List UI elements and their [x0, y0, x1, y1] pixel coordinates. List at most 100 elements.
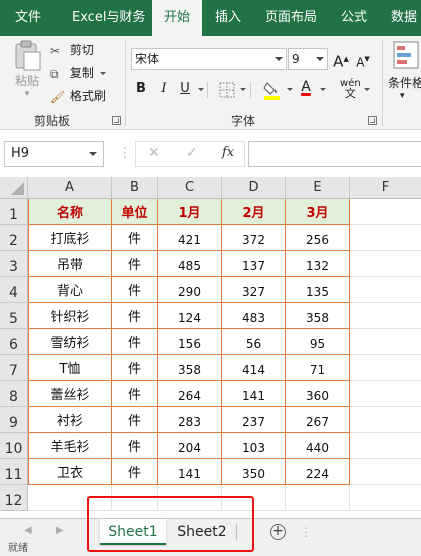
table-cell[interactable]: 327: [222, 277, 286, 303]
empty-cell[interactable]: [350, 381, 421, 407]
table-cell[interactable]: 71: [286, 355, 350, 381]
row-header-11[interactable]: 11: [0, 459, 28, 485]
table-cell[interactable]: 421: [158, 225, 222, 251]
table-cell[interactable]: 衬衫: [28, 407, 112, 433]
table-cell[interactable]: 吊带: [28, 251, 112, 277]
conditional-formatting-button[interactable]: 条件格 ▾: [388, 40, 421, 101]
table-cell[interactable]: 103: [222, 433, 286, 459]
format-painter-button[interactable]: 🖌 格式刷: [50, 86, 106, 106]
copy-dropdown-icon[interactable]: [99, 72, 106, 75]
borders-button[interactable]: [219, 82, 235, 101]
table-cell[interactable]: 背心: [28, 277, 112, 303]
table-cell[interactable]: 蕾丝衫: [28, 381, 112, 407]
table-cell[interactable]: 350: [222, 459, 286, 485]
cut-button[interactable]: ✂ 剪切: [50, 40, 94, 60]
phonetic-dropdown-icon[interactable]: [364, 88, 370, 91]
shrink-font-button[interactable]: A▼: [354, 48, 372, 70]
table-cell[interactable]: 358: [286, 303, 350, 329]
tab-scroll-grip-icon[interactable]: ⋮: [300, 525, 312, 539]
row-header-8[interactable]: 8: [0, 381, 28, 407]
underline-button[interactable]: U: [177, 78, 193, 100]
row-header-12[interactable]: 12: [0, 485, 28, 511]
tab-insert[interactable]: 插入: [215, 0, 241, 36]
insert-function-button[interactable]: fx: [222, 145, 234, 160]
italic-button[interactable]: I: [156, 78, 172, 100]
table-cell[interactable]: 141: [158, 459, 222, 485]
empty-cell[interactable]: [28, 485, 112, 511]
paste-button[interactable]: 粘贴 ▾: [8, 40, 46, 100]
table-header-cell[interactable]: 3月: [286, 199, 350, 225]
table-cell[interactable]: 件: [112, 459, 158, 485]
formula-input[interactable]: [248, 141, 421, 167]
column-header-a[interactable]: A: [28, 177, 112, 199]
empty-cell[interactable]: [350, 433, 421, 459]
table-cell[interactable]: 件: [112, 277, 158, 303]
empty-cell[interactable]: [350, 303, 421, 329]
table-cell[interactable]: 56: [222, 329, 286, 355]
table-cell[interactable]: 件: [112, 251, 158, 277]
table-cell[interactable]: 283: [158, 407, 222, 433]
empty-cell[interactable]: [350, 199, 421, 225]
table-header-cell[interactable]: 单位: [112, 199, 158, 225]
table-cell[interactable]: 件: [112, 355, 158, 381]
row-header-4[interactable]: 4: [0, 277, 28, 303]
table-cell[interactable]: 358: [158, 355, 222, 381]
empty-cell[interactable]: [350, 277, 421, 303]
font-name-select[interactable]: 宋体: [131, 48, 287, 70]
select-all-corner[interactable]: [0, 177, 28, 199]
table-cell[interactable]: 件: [112, 329, 158, 355]
underline-dropdown-icon[interactable]: [198, 88, 204, 91]
column-header-d[interactable]: D: [222, 177, 286, 199]
scroll-left-icon[interactable]: ◀: [24, 525, 32, 536]
table-cell[interactable]: 打底衫: [28, 225, 112, 251]
table-cell[interactable]: 141: [222, 381, 286, 407]
font-color-dropdown-icon[interactable]: [320, 88, 326, 91]
empty-cell[interactable]: [158, 485, 222, 511]
empty-cell[interactable]: [350, 485, 421, 511]
tab-home[interactable]: 开始: [152, 0, 203, 36]
row-header-1[interactable]: 1: [0, 199, 28, 225]
tab-excel-finance[interactable]: Excel与财务: [72, 0, 145, 36]
empty-cell[interactable]: [350, 407, 421, 433]
table-cell[interactable]: 224: [286, 459, 350, 485]
row-header-2[interactable]: 2: [0, 225, 28, 251]
bold-button[interactable]: B: [133, 78, 149, 100]
formula-bar-grip-icon[interactable]: ⋮: [118, 145, 132, 161]
table-cell[interactable]: 95: [286, 329, 350, 355]
tab-data[interactable]: 数据: [391, 0, 417, 36]
table-cell[interactable]: 135: [286, 277, 350, 303]
table-cell[interactable]: 372: [222, 225, 286, 251]
table-cell[interactable]: 137: [222, 251, 286, 277]
empty-cell[interactable]: [350, 355, 421, 381]
tab-formulas[interactable]: 公式: [341, 0, 367, 36]
tab-page-layout[interactable]: 页面布局: [265, 0, 317, 36]
empty-cell[interactable]: [350, 459, 421, 485]
font-size-select[interactable]: 9: [288, 48, 328, 70]
empty-cell[interactable]: [286, 485, 350, 511]
table-cell[interactable]: 483: [222, 303, 286, 329]
table-cell[interactable]: 264: [158, 381, 222, 407]
row-header-10[interactable]: 10: [0, 433, 28, 459]
table-header-cell[interactable]: 名称: [28, 199, 112, 225]
row-header-6[interactable]: 6: [0, 329, 28, 355]
name-box[interactable]: H9: [4, 141, 104, 167]
row-header-5[interactable]: 5: [0, 303, 28, 329]
table-cell[interactable]: 414: [222, 355, 286, 381]
cancel-icon[interactable]: ✕: [148, 145, 160, 161]
table-cell[interactable]: 件: [112, 381, 158, 407]
empty-cell[interactable]: [350, 329, 421, 355]
scroll-right-icon[interactable]: ▶: [56, 525, 64, 536]
table-cell[interactable]: 件: [112, 407, 158, 433]
copy-button[interactable]: ⧉ 复制: [50, 63, 106, 83]
sheet-tab-sheet1[interactable]: Sheet1: [100, 519, 166, 545]
font-color-button[interactable]: A: [297, 76, 315, 98]
borders-dropdown-icon[interactable]: [240, 88, 246, 91]
table-cell[interactable]: 156: [158, 329, 222, 355]
clipboard-launcher-icon[interactable]: [112, 116, 121, 125]
table-cell[interactable]: 485: [158, 251, 222, 277]
table-cell[interactable]: 卫衣: [28, 459, 112, 485]
table-cell[interactable]: 124: [158, 303, 222, 329]
table-cell[interactable]: 件: [112, 303, 158, 329]
table-cell[interactable]: 360: [286, 381, 350, 407]
table-cell[interactable]: 羊毛衫: [28, 433, 112, 459]
